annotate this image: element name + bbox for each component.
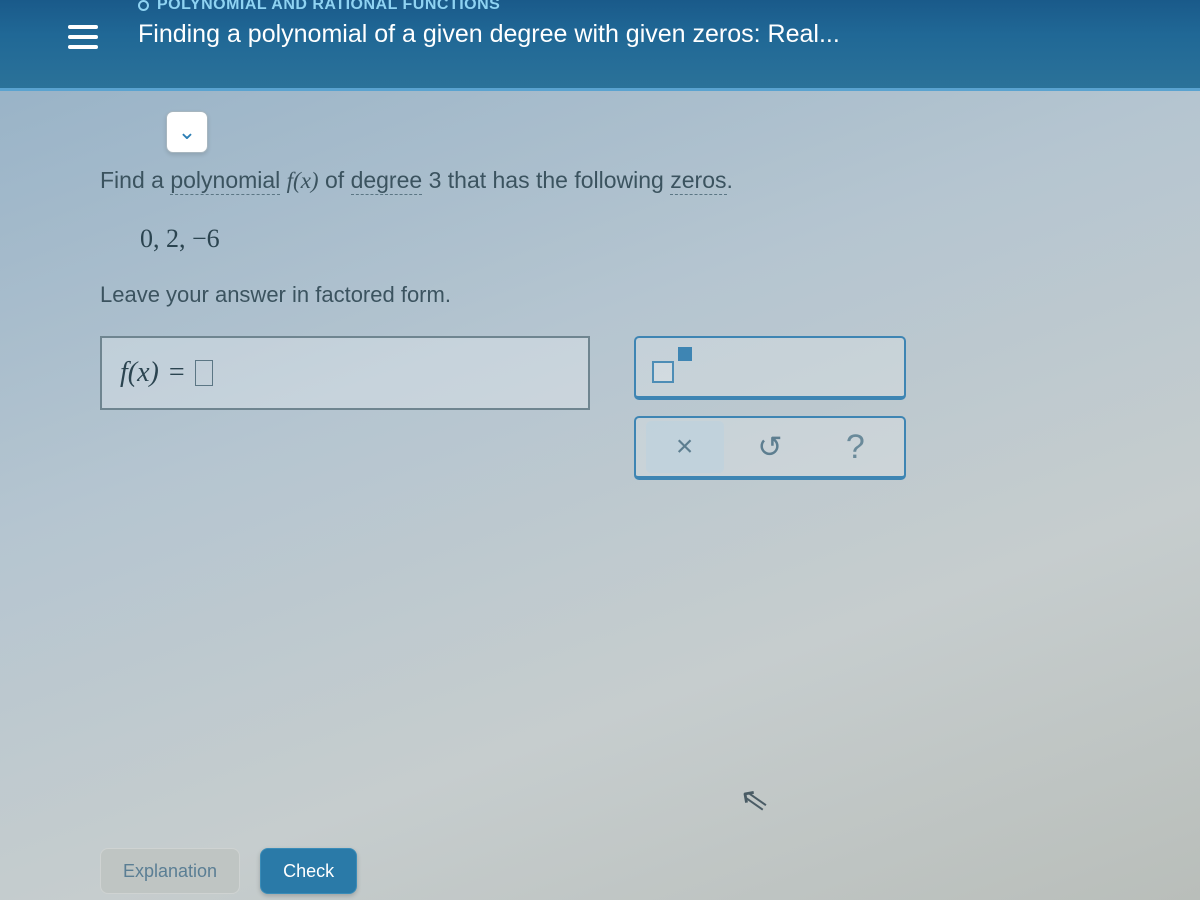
q-mid1: of xyxy=(319,167,351,193)
cursor-icon: ⇖ xyxy=(737,778,772,822)
category-label: POLYNOMIAL AND RATIONAL FUNCTIONS xyxy=(138,0,840,14)
zeros-list: 0, 2, −6 xyxy=(140,224,1160,254)
answer-eq: = xyxy=(169,357,185,389)
clear-button[interactable]: × xyxy=(646,421,724,473)
exponent-button[interactable] xyxy=(650,347,692,387)
answer-input-box[interactable]: f(x) = xyxy=(100,336,590,410)
page-title: Finding a polynomial of a given degree w… xyxy=(138,20,840,49)
answer-slot[interactable] xyxy=(195,360,213,386)
content-area: ⌄ Find a polynomial f(x) of degree 3 tha… xyxy=(0,91,1200,480)
explanation-button[interactable]: Explanation xyxy=(100,848,240,894)
tool-palette: × ↺ ? xyxy=(634,336,906,480)
palette-row-formats xyxy=(634,336,906,400)
header-bar: POLYNOMIAL AND RATIONAL FUNCTIONS Findin… xyxy=(0,0,1200,91)
check-button[interactable]: Check xyxy=(260,848,357,894)
question-text: Find a polynomial f(x) of degree 3 that … xyxy=(100,167,1160,194)
term-degree[interactable]: degree xyxy=(351,167,423,195)
help-icon: ? xyxy=(846,428,865,467)
exponent-base-icon xyxy=(652,361,674,383)
help-button[interactable]: ? xyxy=(816,421,894,473)
close-icon: × xyxy=(676,430,694,464)
menu-icon[interactable] xyxy=(58,0,108,74)
title-block: POLYNOMIAL AND RATIONAL FUNCTIONS Findin… xyxy=(138,0,840,49)
answer-row: f(x) = × ↺ ? xyxy=(100,336,1160,480)
footer-bar: Explanation Check xyxy=(100,842,357,900)
term-polynomial[interactable]: polynomial xyxy=(170,167,280,195)
reset-button[interactable]: ↺ xyxy=(731,421,809,473)
fx-notation: f(x) xyxy=(287,168,319,193)
chevron-down-icon: ⌄ xyxy=(178,119,196,145)
palette-row-actions: × ↺ ? xyxy=(634,416,906,480)
term-zeros[interactable]: zeros xyxy=(670,167,726,195)
reset-icon: ↺ xyxy=(757,430,782,465)
q-tail: . xyxy=(727,167,733,193)
answer-lhs: f(x) xyxy=(120,357,159,389)
explanation-label: Explanation xyxy=(123,861,217,882)
factored-hint: Leave your answer in factored form. xyxy=(100,282,1160,308)
q-lead: Find a xyxy=(100,167,170,193)
check-label: Check xyxy=(283,861,334,882)
q-mid2: 3 that has the following xyxy=(422,167,670,193)
collapse-button[interactable]: ⌄ xyxy=(166,111,208,153)
category-text: POLYNOMIAL AND RATIONAL FUNCTIONS xyxy=(157,0,500,14)
exponent-sup-icon xyxy=(678,347,692,361)
bullet-icon xyxy=(138,0,149,11)
